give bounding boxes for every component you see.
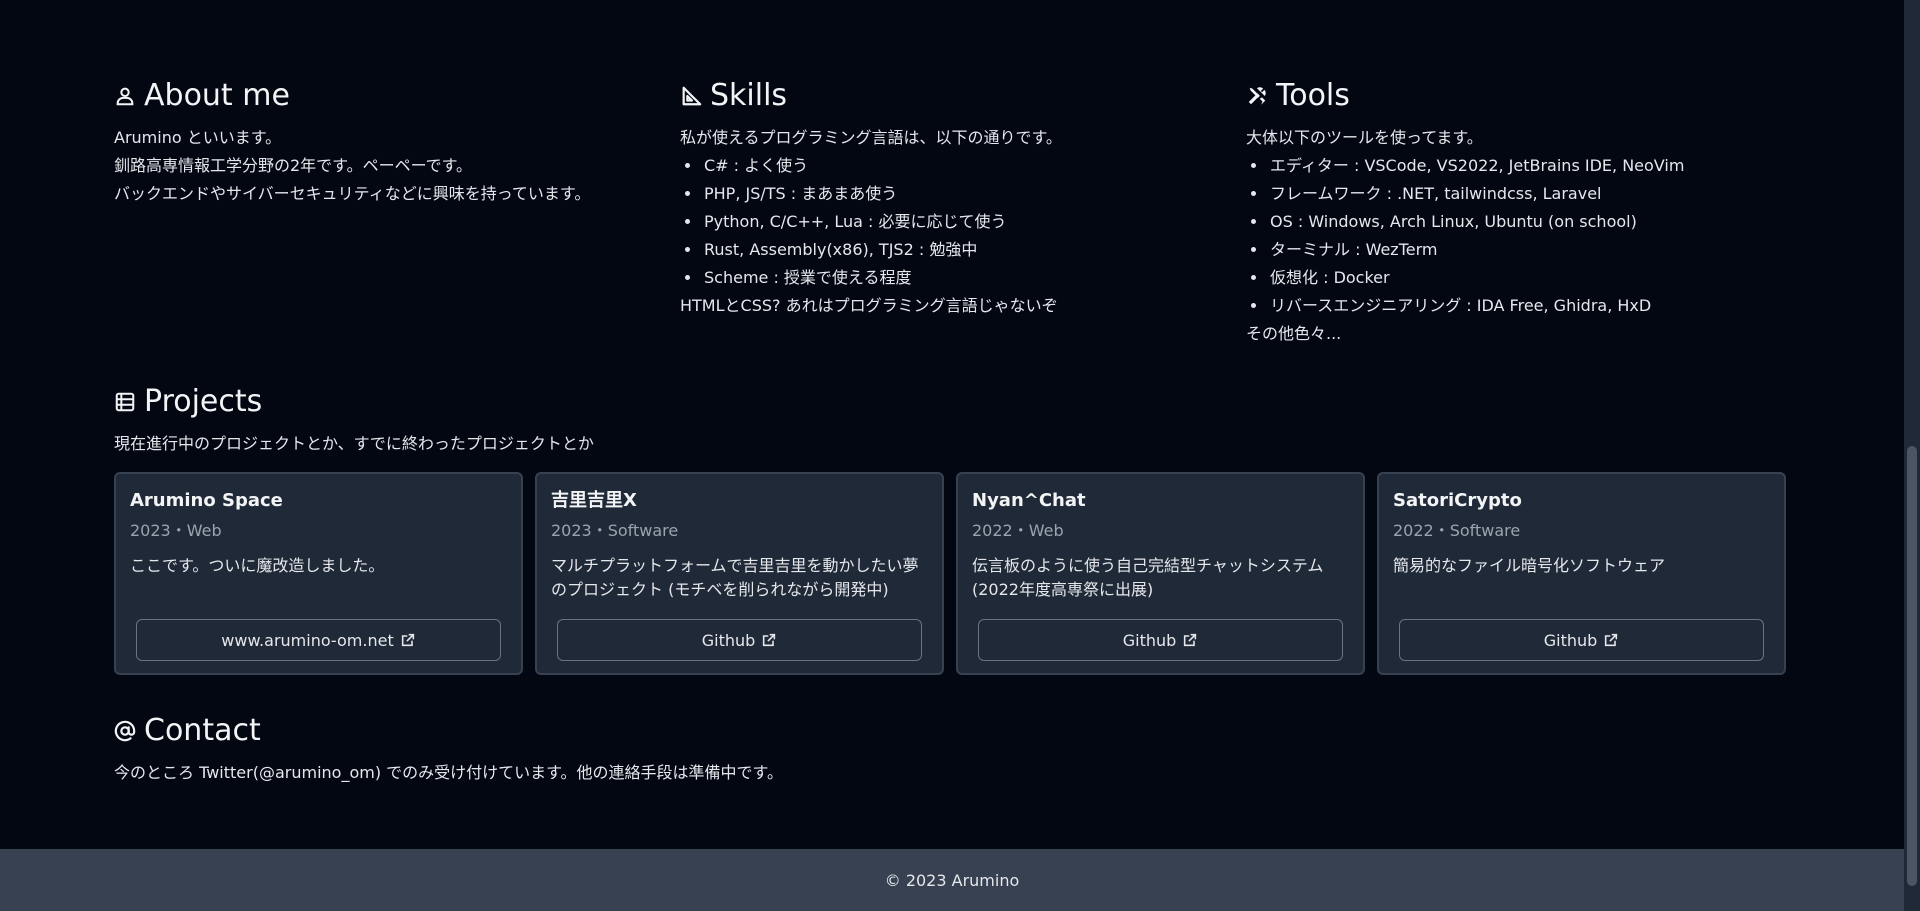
project-link-button[interactable]: www.arumino-om.net bbox=[136, 619, 501, 661]
about-title: About me bbox=[144, 78, 290, 113]
project-card: Nyan^Chat 2022・Web 伝言板のように使う自己完結型チャットシステ… bbox=[956, 472, 1365, 675]
external-link-icon bbox=[763, 633, 776, 647]
project-link-label: www.arumino-om.net bbox=[221, 630, 394, 650]
tools-heading: Tools bbox=[1246, 78, 1812, 114]
project-meta: 2023・Software bbox=[551, 521, 679, 540]
list-item: リバースエンジニアリング : IDA Free, Ghidra, HxD bbox=[1268, 292, 1812, 320]
project-meta: 2022・Web bbox=[972, 521, 1064, 540]
external-link-icon bbox=[401, 633, 414, 647]
external-link-icon bbox=[1605, 633, 1618, 647]
ruler-triangle-icon bbox=[682, 86, 702, 106]
scrollbar-thumb[interactable] bbox=[1907, 446, 1917, 886]
project-card: SatoriCrypto 2022・Software 簡易的なファイル暗号化ソフ… bbox=[1377, 472, 1786, 675]
project-card: Arumino Space 2023・Web ここです。ついに魔改造しました。 … bbox=[114, 472, 523, 675]
contact-text: 今のところ Twitter(@arumino_om) でのみ受け付けています。他… bbox=[114, 763, 783, 782]
project-link-label: Github bbox=[1122, 630, 1177, 650]
about-line: Arumino といいます。 bbox=[114, 128, 282, 147]
footer: © 2023 Arumino bbox=[0, 849, 1904, 911]
project-cards: Arumino Space 2023・Web ここです。ついに魔改造しました。 … bbox=[114, 472, 1790, 675]
project-title: Nyan^Chat bbox=[972, 490, 1086, 511]
tools-list: エディター : VSCode, VS2022, JetBrains IDE, N… bbox=[1246, 152, 1812, 320]
skills-section: Skills 私が使えるプログラミング言語は、以下の通りです。 C# : よく使… bbox=[680, 78, 1246, 348]
at-icon bbox=[114, 720, 136, 742]
projects-heading: Projects bbox=[114, 384, 1790, 420]
project-meta: 2022・Software bbox=[1393, 521, 1521, 540]
list-item: フレームワーク : .NET, tailwindcss, Laravel bbox=[1268, 180, 1812, 208]
skills-title: Skills bbox=[710, 78, 788, 113]
list-item: Scheme : 授業で使える程度 bbox=[702, 264, 1246, 292]
user-icon bbox=[116, 87, 134, 106]
projects-subtitle: 現在進行中のプロジェクトとか、すでに終わったプロジェクトとか bbox=[114, 434, 594, 453]
project-link-label: Github bbox=[701, 630, 756, 650]
list-item: Python, C/C++, Lua : 必要に応じて使う bbox=[702, 208, 1246, 236]
list-item: ターミナル : WezTerm bbox=[1268, 236, 1812, 264]
list-item: OS : Windows, Arch Linux, Ubuntu (on sch… bbox=[1268, 208, 1812, 236]
copyright-text: © 2023 Arumino bbox=[884, 870, 1020, 890]
about-line: バックエンドやサイバーセキュリティなどに興味を持っています。 bbox=[114, 184, 591, 203]
list-icon bbox=[115, 392, 135, 412]
about-section: About me Arumino といいます。 釧路高専情報工学分野の2年です。… bbox=[114, 78, 680, 348]
project-description: マルチプラットフォームで吉里吉里を動かしたい夢のプロジェクト (モチベを削られな… bbox=[551, 556, 919, 599]
list-item: 仮想化 : Docker bbox=[1268, 264, 1812, 292]
projects-title: Projects bbox=[144, 384, 263, 419]
skills-heading: Skills bbox=[680, 78, 1246, 114]
contact-section: Contact 今のところ Twitter(@arumino_om) でのみ受け… bbox=[114, 713, 1790, 787]
project-link-button[interactable]: Github bbox=[557, 619, 922, 661]
project-card: 吉里吉里X 2023・Software マルチプラットフォームで吉里吉里を動かし… bbox=[535, 472, 944, 675]
project-link-button[interactable]: Github bbox=[978, 619, 1343, 661]
project-link-button[interactable]: Github bbox=[1399, 619, 1764, 661]
tools-outro: その他色々... bbox=[1246, 324, 1342, 343]
external-link-icon bbox=[1184, 633, 1197, 647]
project-title: SatoriCrypto bbox=[1393, 490, 1522, 511]
contact-heading: Contact bbox=[114, 713, 1790, 749]
list-item: PHP, JS/TS : まあまあ使う bbox=[702, 180, 1246, 208]
tools-intro: 大体以下のツールを使ってます。 bbox=[1246, 128, 1483, 147]
tools-section: Tools 大体以下のツールを使ってます。 エディター : VSCode, VS… bbox=[1246, 78, 1812, 348]
tools-icon bbox=[1248, 87, 1266, 105]
project-link-label: Github bbox=[1543, 630, 1598, 650]
project-title: 吉里吉里X bbox=[551, 490, 637, 511]
about-heading: About me bbox=[114, 78, 680, 114]
skills-outro: HTMLとCSS? あれはプログラミング言語じゃないぞ bbox=[680, 296, 1058, 315]
project-description: 伝言板のように使う自己完結型チャットシステム (2022年度高専祭に出展) bbox=[972, 556, 1324, 599]
skills-intro: 私が使えるプログラミング言語は、以下の通りです。 bbox=[680, 128, 1062, 147]
list-item: C# : よく使う bbox=[702, 152, 1246, 180]
project-meta: 2023・Web bbox=[130, 521, 222, 540]
intro-row: About me Arumino といいます。 釧路高専情報工学分野の2年です。… bbox=[114, 78, 1790, 348]
contact-title: Contact bbox=[144, 713, 261, 748]
projects-section: Projects 現在進行中のプロジェクトとか、すでに終わったプロジェクトとか … bbox=[114, 384, 1790, 675]
skills-list: C# : よく使う PHP, JS/TS : まあまあ使う Python, C/… bbox=[680, 152, 1246, 292]
tools-title: Tools bbox=[1276, 78, 1350, 113]
project-description: 簡易的なファイル暗号化ソフトウェア bbox=[1393, 556, 1666, 575]
list-item: Rust, Assembly(x86), TJS2 : 勉強中 bbox=[702, 236, 1246, 264]
about-line: 釧路高専情報工学分野の2年です。ペーペーです。 bbox=[114, 156, 473, 175]
list-item: エディター : VSCode, VS2022, JetBrains IDE, N… bbox=[1268, 152, 1812, 180]
scrollbar[interactable] bbox=[1904, 0, 1920, 911]
main-content: About me Arumino といいます。 釧路高専情報工学分野の2年です。… bbox=[114, 78, 1790, 787]
project-description: ここです。ついに魔改造しました。 bbox=[130, 556, 385, 575]
project-title: Arumino Space bbox=[130, 490, 283, 511]
page: About me Arumino といいます。 釧路高専情報工学分野の2年です。… bbox=[0, 0, 1904, 911]
